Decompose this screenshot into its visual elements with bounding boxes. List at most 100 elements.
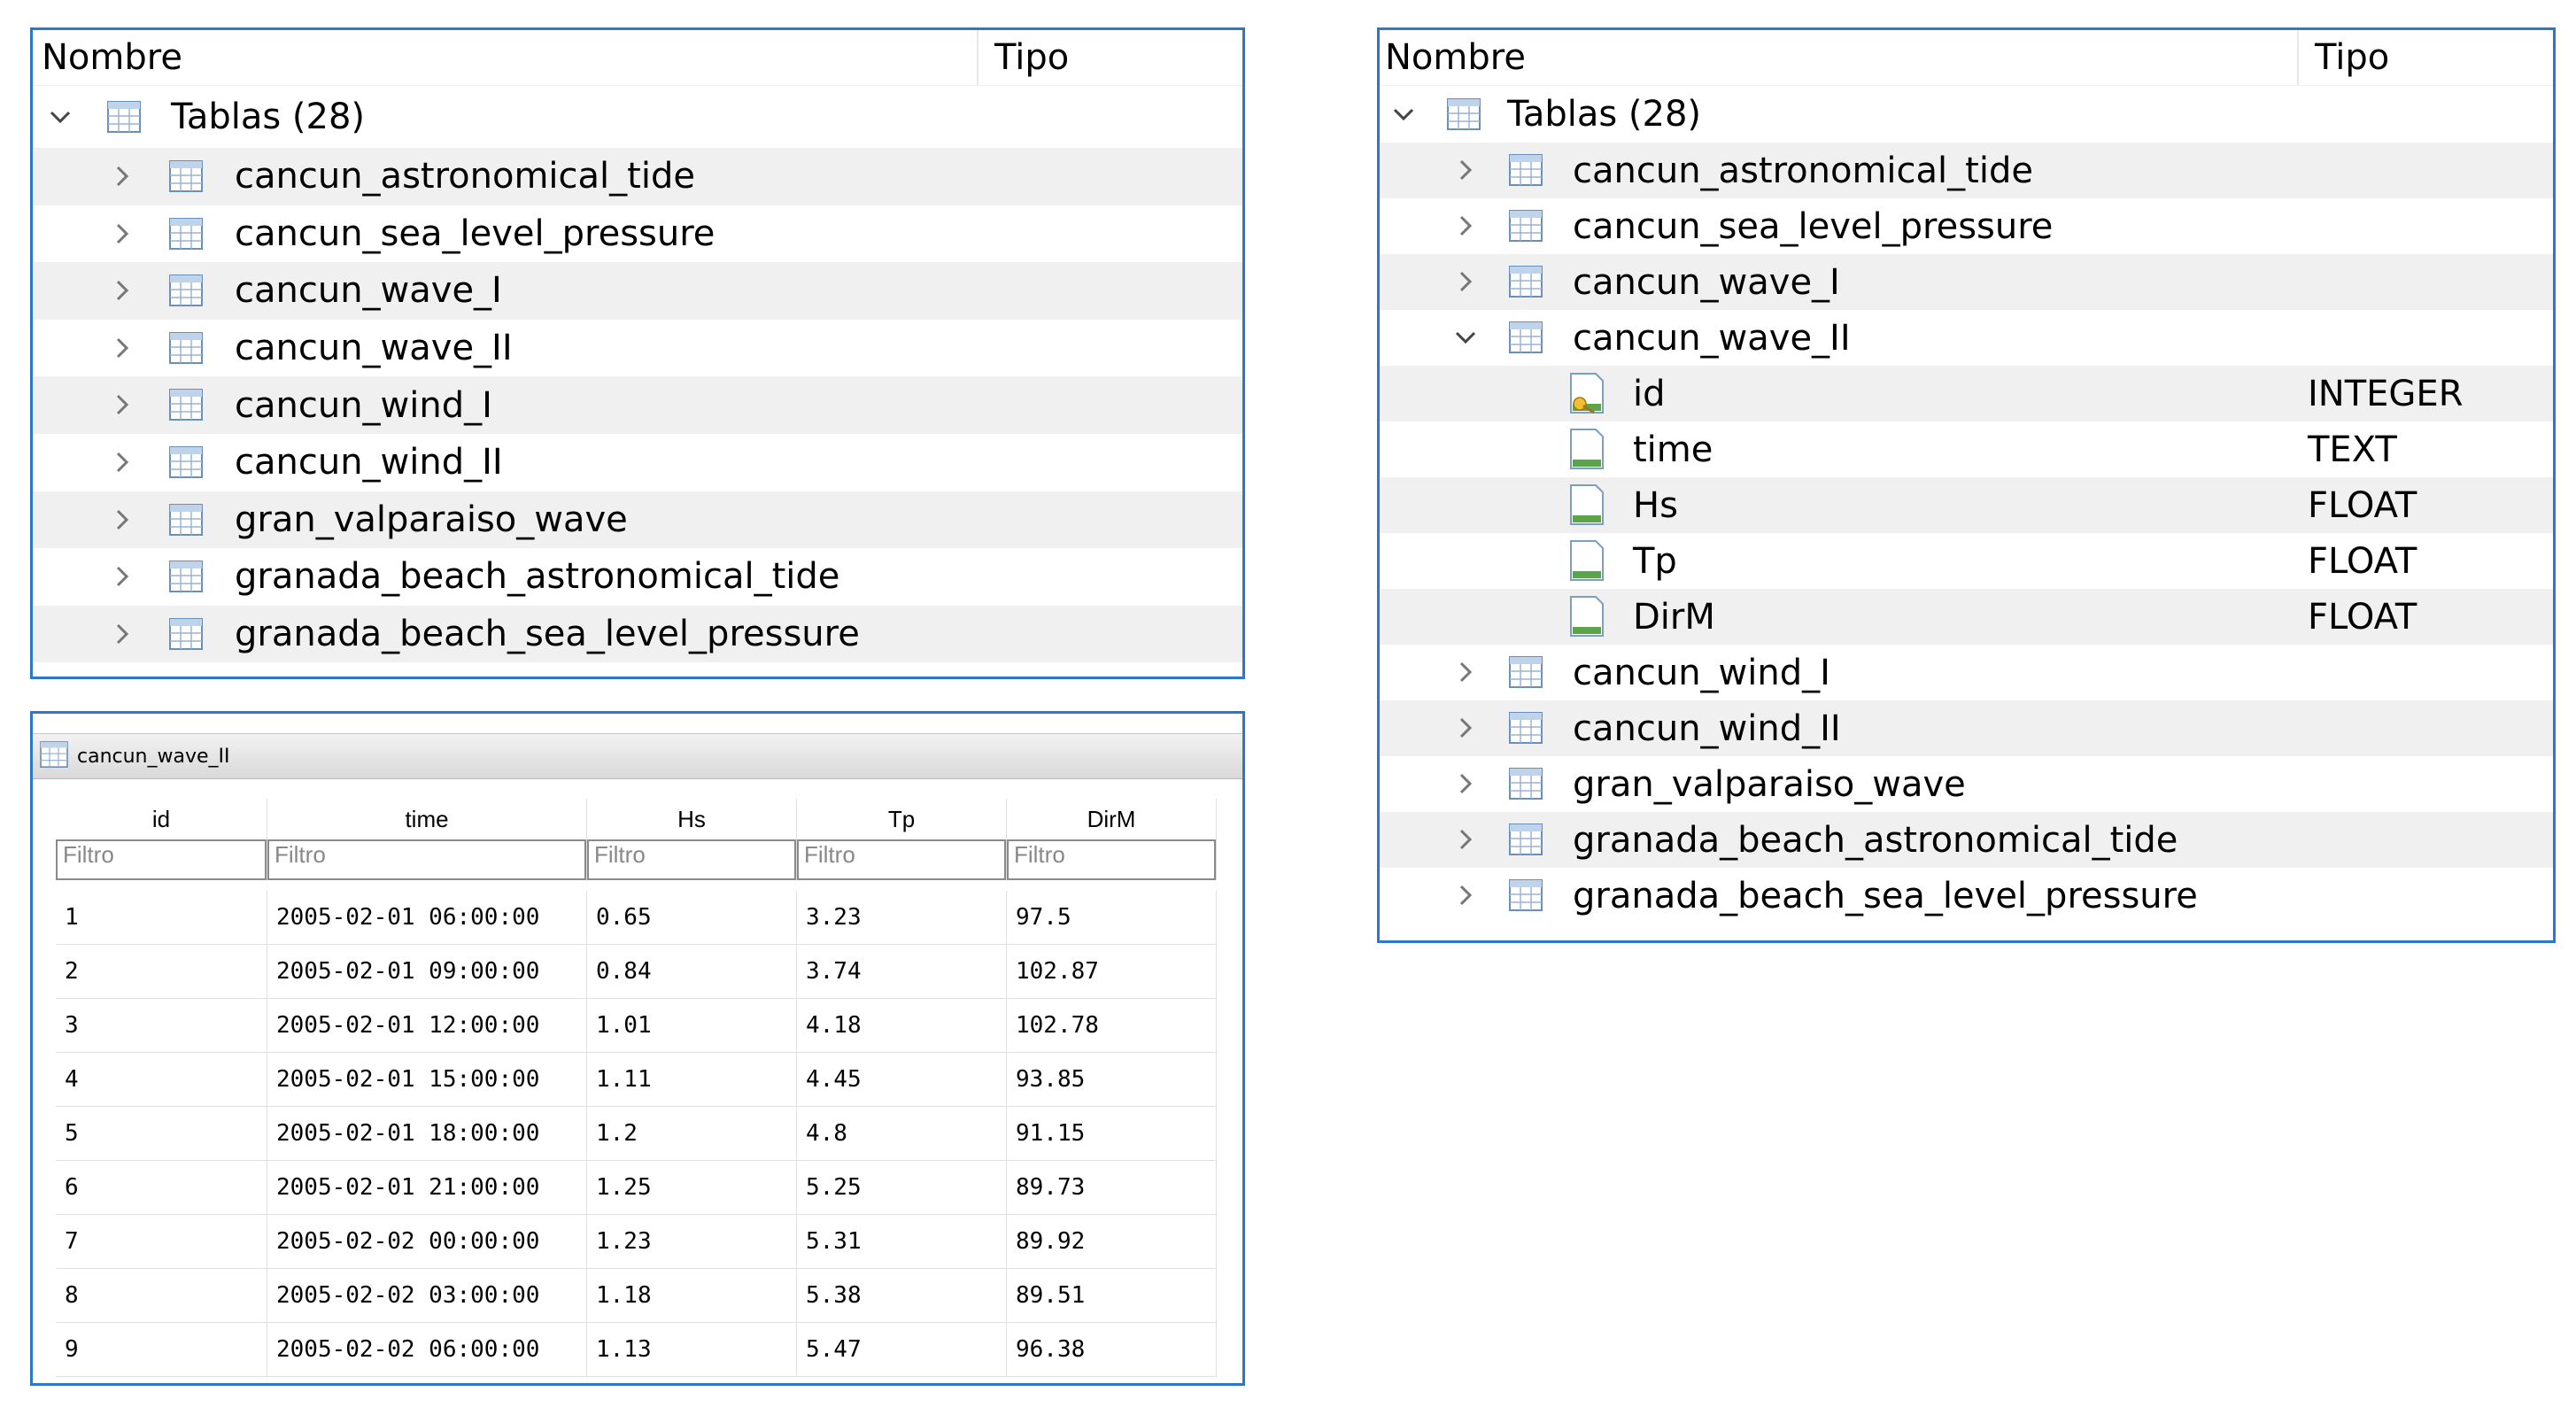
table-row[interactable]: 7 2005-02-02 00:00:00 1.23 5.31 89.92 (56, 1214, 1217, 1269)
chevron-right-icon[interactable] (1452, 659, 1479, 685)
grid-cell[interactable]: 9 (56, 1322, 267, 1377)
table-tab[interactable]: cancun_wave_II (33, 733, 1242, 779)
tree-field-item[interactable]: id INTEGER (1380, 366, 2553, 421)
chevron-right-icon[interactable] (1452, 715, 1479, 741)
tree-table-item[interactable]: cancun_wind_I (33, 376, 1242, 434)
filter-input[interactable]: Filtro (797, 839, 1006, 880)
tree-table-item[interactable]: cancun_sea_level_pressure (33, 205, 1242, 263)
name-column-header[interactable]: Nombre (42, 37, 182, 78)
tree-table-item[interactable]: cancun_wave_II (33, 320, 1242, 377)
chevron-down-icon[interactable] (1452, 324, 1479, 351)
grid-cell[interactable]: 2005-02-02 03:00:00 (267, 1268, 587, 1323)
chevron-right-icon[interactable] (1452, 213, 1479, 239)
table-row[interactable]: 3 2005-02-01 12:00:00 1.01 4.18 102.78 (56, 998, 1217, 1053)
grid-cell[interactable]: 1.01 (586, 998, 797, 1053)
tree-field-item[interactable]: DirM FLOAT (1380, 589, 2553, 645)
grid-cell[interactable]: 1.2 (586, 1106, 797, 1161)
filter-input[interactable]: Filtro (1007, 839, 1216, 880)
grid-cell[interactable]: 3.74 (796, 944, 1007, 999)
grid-column-header[interactable]: Tp (796, 799, 1007, 839)
chevron-right-icon[interactable] (1452, 268, 1479, 295)
tree-root-tables[interactable]: Tablas (28) (33, 86, 1242, 148)
tree-field-item[interactable]: Hs FLOAT (1380, 477, 2553, 533)
grid-cell[interactable]: 1.11 (586, 1052, 797, 1107)
grid-cell[interactable]: 1 (56, 891, 267, 945)
grid-cell[interactable]: 97.5 (1006, 891, 1217, 945)
grid-cell[interactable]: 102.78 (1006, 998, 1217, 1053)
chevron-right-icon[interactable] (109, 391, 135, 418)
tree-root-tables[interactable]: Tablas (28) (1380, 86, 2553, 143)
grid-cell[interactable]: 3.23 (796, 891, 1007, 945)
chevron-right-icon[interactable] (1452, 157, 1479, 183)
tree-table-item[interactable]: gran_valparaiso_wave (33, 491, 1242, 549)
grid-cell[interactable]: 93.85 (1006, 1052, 1217, 1107)
chevron-right-icon[interactable] (1452, 770, 1479, 797)
chevron-right-icon[interactable] (109, 277, 135, 304)
grid-cell[interactable]: 89.73 (1006, 1160, 1217, 1215)
tree-table-item[interactable]: cancun_wave_I (33, 262, 1242, 320)
chevron-right-icon[interactable] (109, 563, 135, 590)
grid-cell[interactable]: 91.15 (1006, 1106, 1217, 1161)
grid-cell[interactable]: 3 (56, 998, 267, 1053)
tree-table-item[interactable]: cancun_astronomical_tide (33, 148, 1242, 205)
grid-cell[interactable]: 5.38 (796, 1268, 1007, 1323)
filter-input[interactable]: Filtro (56, 839, 267, 880)
tree-table-item[interactable]: granada_beach_astronomical_tide (33, 548, 1242, 606)
tree-table-item[interactable]: granada_beach_sea_level_pressure (1380, 868, 2553, 924)
grid-cell[interactable]: 4 (56, 1052, 267, 1107)
grid-column-header[interactable]: Hs (586, 799, 797, 839)
chevron-right-icon[interactable] (109, 220, 135, 247)
table-row[interactable]: 1 2005-02-01 06:00:00 0.65 3.23 97.5 (56, 891, 1217, 945)
table-row[interactable]: 2 2005-02-01 09:00:00 0.84 3.74 102.87 (56, 944, 1217, 999)
grid-cell[interactable]: 0.84 (586, 944, 797, 999)
tree-table-item[interactable]: cancun_wind_I (1380, 645, 2553, 700)
type-column-header[interactable]: Tipo (2315, 37, 2389, 78)
grid-cell[interactable]: 4.45 (796, 1052, 1007, 1107)
tree-table-item[interactable]: granada_beach_sea_level_pressure (33, 605, 1242, 663)
chevron-right-icon[interactable] (109, 335, 135, 361)
grid-cell[interactable]: 2005-02-01 06:00:00 (267, 891, 587, 945)
type-column-header[interactable]: Tipo (994, 37, 1069, 78)
grid-cell[interactable]: 2005-02-01 12:00:00 (267, 998, 587, 1053)
grid-cell[interactable]: 5 (56, 1106, 267, 1161)
grid-cell[interactable]: 1.25 (586, 1160, 797, 1215)
filter-input[interactable]: Filtro (267, 839, 586, 880)
grid-cell[interactable]: 1.23 (586, 1214, 797, 1269)
grid-cell[interactable]: 96.38 (1006, 1322, 1217, 1377)
grid-cell[interactable]: 7 (56, 1214, 267, 1269)
grid-cell[interactable]: 2 (56, 944, 267, 999)
table-row[interactable]: 9 2005-02-02 06:00:00 1.13 5.47 96.38 (56, 1322, 1217, 1377)
grid-cell[interactable]: 5.25 (796, 1160, 1007, 1215)
tree-table-item[interactable]: granada_beach_astronomical_tide (1380, 812, 2553, 868)
chevron-down-icon[interactable] (1390, 101, 1417, 128)
chevron-right-icon[interactable] (109, 449, 135, 476)
grid-cell[interactable]: 4.8 (796, 1106, 1007, 1161)
grid-cell[interactable]: 2005-02-02 06:00:00 (267, 1322, 587, 1377)
grid-column-header[interactable]: time (267, 799, 587, 839)
table-row[interactable]: 4 2005-02-01 15:00:00 1.11 4.45 93.85 (56, 1052, 1217, 1107)
grid-cell[interactable]: 2005-02-01 09:00:00 (267, 944, 587, 999)
chevron-right-icon[interactable] (109, 506, 135, 533)
grid-cell[interactable]: 5.31 (796, 1214, 1007, 1269)
chevron-right-icon[interactable] (1452, 882, 1479, 909)
grid-column-header[interactable]: id (56, 799, 267, 839)
table-row[interactable]: 6 2005-02-01 21:00:00 1.25 5.25 89.73 (56, 1160, 1217, 1215)
grid-cell[interactable]: 89.51 (1006, 1268, 1217, 1323)
tree-table-item[interactable]: cancun_wave_II (1380, 310, 2553, 366)
grid-cell[interactable]: 89.92 (1006, 1214, 1217, 1269)
chevron-right-icon[interactable] (109, 621, 135, 647)
grid-cell[interactable]: 4.18 (796, 998, 1007, 1053)
tree-table-item[interactable]: gran_valparaiso_wave (1380, 756, 2553, 812)
chevron-down-icon[interactable] (47, 104, 73, 130)
grid-cell[interactable]: 2005-02-01 15:00:00 (267, 1052, 587, 1107)
table-row[interactable]: 5 2005-02-01 18:00:00 1.2 4.8 91.15 (56, 1106, 1217, 1161)
grid-cell[interactable]: 1.18 (586, 1268, 797, 1323)
tree-field-item[interactable]: Tp FLOAT (1380, 533, 2553, 589)
chevron-right-icon[interactable] (109, 163, 135, 189)
grid-cell[interactable]: 2005-02-01 21:00:00 (267, 1160, 587, 1215)
chevron-right-icon[interactable] (1452, 826, 1479, 853)
tree-table-item[interactable]: cancun_wind_II (33, 434, 1242, 491)
grid-cell[interactable]: 8 (56, 1268, 267, 1323)
grid-cell[interactable]: 2005-02-01 18:00:00 (267, 1106, 587, 1161)
grid-cell[interactable]: 102.87 (1006, 944, 1217, 999)
